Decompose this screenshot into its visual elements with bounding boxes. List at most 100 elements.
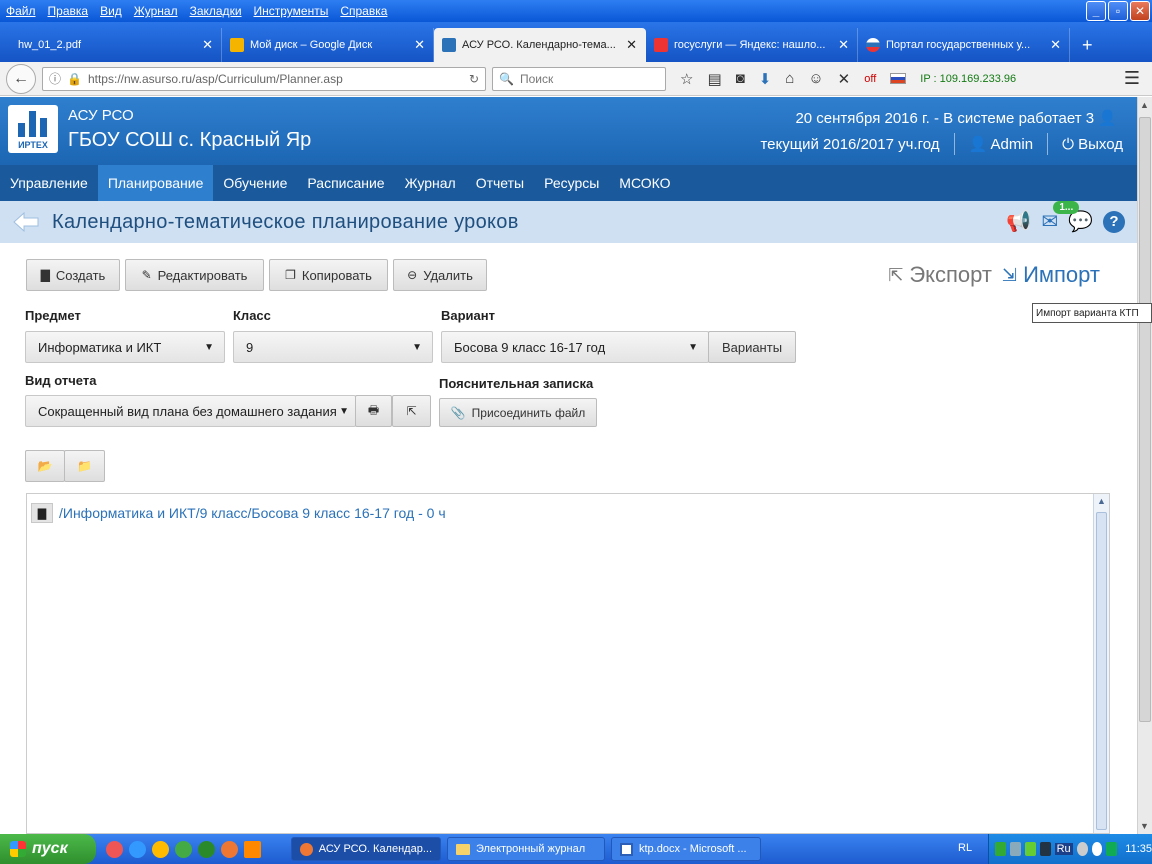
smiley-icon[interactable]: ☺	[808, 70, 823, 87]
irtex-logo[interactable]: ИРТЕХ	[8, 105, 58, 153]
class-select[interactable]: 9 ▼	[233, 331, 433, 363]
menu-history[interactable]: Журнал	[128, 4, 184, 18]
tab-pdf[interactable]: hw_01_2.pdf ✕	[10, 28, 222, 62]
search-input[interactable]: 🔍 Поиск	[492, 66, 666, 91]
mail-button[interactable]: ✉ 1...	[1041, 201, 1080, 234]
tab-gosuslugi[interactable]: Портал государственных у... ✕	[858, 28, 1070, 62]
x-addon-icon[interactable]: ✕	[838, 70, 851, 88]
vpn-off-label[interactable]: off	[864, 73, 876, 85]
drive-tray-icon[interactable]	[995, 842, 1006, 856]
menu-tools[interactable]: Инструменты	[248, 4, 335, 18]
download-icon[interactable]: ⬇	[759, 70, 772, 88]
scroll-thumb[interactable]	[1139, 117, 1151, 722]
menu-edit[interactable]: Правка	[42, 4, 95, 18]
folder-icon: 📁	[77, 459, 92, 473]
scroll-up-icon[interactable]: ▲	[1140, 100, 1149, 110]
antivirus-tray-icon[interactable]	[1024, 842, 1036, 856]
menu-view[interactable]: Вид	[94, 4, 128, 18]
nav-management[interactable]: Управление	[0, 165, 98, 201]
tree-scrollbar[interactable]: ▲	[1093, 494, 1109, 833]
tab-asu-rso[interactable]: АСУ РСО. Календарно-тема... ✕	[434, 28, 646, 62]
opera-icon[interactable]	[106, 840, 123, 858]
tab-yandex[interactable]: госуслуги — Яндекс: нашло... ✕	[646, 28, 858, 62]
back-arrow-icon[interactable]	[12, 211, 42, 233]
folder-button[interactable]: 📁	[64, 450, 105, 482]
nav-reports[interactable]: Отчеты	[466, 165, 534, 201]
back-button[interactable]: ←	[6, 63, 36, 94]
tab-close-icon[interactable]: ✕	[626, 37, 637, 53]
tab-close-icon[interactable]: ✕	[414, 37, 425, 53]
attach-file-button[interactable]: 📎 Присоединить файл	[439, 398, 597, 427]
tab-google-drive[interactable]: Мой диск – Google Диск ✕	[222, 28, 434, 62]
import-link[interactable]: ⇲ Импорт	[1002, 262, 1100, 288]
ie-icon[interactable]	[129, 840, 146, 858]
divider	[1047, 133, 1049, 155]
print-button[interactable]: 🖶	[355, 395, 392, 427]
menu-bookmarks[interactable]: Закладки	[184, 4, 248, 18]
bookmark-star-icon[interactable]: ☆	[680, 70, 693, 88]
nav-msoko[interactable]: МСОКО	[609, 165, 680, 201]
close-window-button[interactable]: ✕	[1130, 1, 1150, 21]
reader-list-icon[interactable]: ▤	[707, 70, 721, 88]
nav-journal[interactable]: Журнал	[395, 165, 466, 201]
tab-close-icon[interactable]: ✕	[202, 37, 213, 53]
help-icon[interactable]: ?	[1103, 210, 1125, 233]
nav-planning[interactable]: Планирование	[97, 165, 214, 201]
tree-root-link[interactable]: /Информатика и ИКТ/9 класс/Босова 9 клас…	[59, 505, 446, 521]
tab-close-icon[interactable]: ✕	[838, 37, 849, 53]
report-export-button[interactable]: ⇱	[392, 395, 431, 427]
tab-close-icon[interactable]: ✕	[1050, 37, 1061, 53]
utorrent-icon[interactable]	[198, 840, 215, 858]
keyboard-lang-tray[interactable]: Ru	[1054, 843, 1073, 855]
users-online-icon[interactable]: 👤	[1098, 110, 1117, 127]
task-word[interactable]: ktp.docx - Microsoft ...	[611, 837, 761, 861]
sound-tray-icon[interactable]	[1091, 842, 1103, 856]
new-tab-button[interactable]: +	[1070, 28, 1105, 62]
bug-tray-icon[interactable]	[1039, 842, 1051, 856]
language-indicator[interactable]: RL	[958, 842, 972, 854]
copy-button[interactable]: ❐ Копировать	[269, 259, 388, 291]
menu-help[interactable]: Справка	[334, 4, 393, 18]
info-icon[interactable]: ⓘ	[49, 70, 61, 87]
task-journal[interactable]: Электронный журнал	[447, 837, 605, 861]
pocket-icon[interactable]: ◙	[736, 70, 745, 87]
scroll-down-icon[interactable]: ▼	[1140, 821, 1149, 831]
variant-select[interactable]: Босова 9 класс 16-17 год ▼	[441, 331, 709, 363]
megaphone-icon[interactable]: 📢	[1006, 209, 1031, 234]
nav-schedule[interactable]: Расписание	[297, 165, 394, 201]
create-button[interactable]: ▇ Создать	[26, 259, 120, 291]
update-tray-icon[interactable]	[1106, 842, 1118, 856]
network-tray-icon[interactable]	[1009, 842, 1021, 856]
subject-select[interactable]: Информатика и ИКТ ▼	[25, 331, 225, 363]
export-link[interactable]: ⇱ Экспорт	[888, 262, 992, 288]
nav-education[interactable]: Обучение	[213, 165, 297, 201]
nav-resources[interactable]: Ресурсы	[534, 165, 609, 201]
maximize-button[interactable]: ▫	[1108, 1, 1128, 21]
clock-tray-icon[interactable]	[1076, 842, 1088, 856]
scroll-up-icon[interactable]: ▲	[1097, 496, 1106, 506]
edit-button[interactable]: ✎ Редактировать	[125, 259, 264, 291]
page-scrollbar[interactable]: ▲ ▼	[1137, 97, 1152, 834]
export-icon: ⇱	[406, 404, 417, 418]
variants-button[interactable]: Варианты	[708, 331, 796, 363]
minimize-button[interactable]: _	[1086, 1, 1106, 21]
menu-file[interactable]: Файл	[0, 4, 42, 18]
firefox-icon[interactable]	[221, 840, 238, 858]
tree-root-row[interactable]: ▇ /Информатика и ИКТ/9 класс/Босова 9 кл…	[31, 503, 446, 523]
windows-flag-icon[interactable]	[244, 840, 261, 858]
media-player-icon[interactable]	[152, 840, 169, 858]
tree-scroll-thumb[interactable]	[1096, 512, 1107, 830]
user-menu[interactable]: 👤 Admin	[969, 135, 1034, 153]
chrome-icon[interactable]	[175, 840, 192, 858]
start-button[interactable]: пуск	[0, 834, 96, 864]
reload-icon[interactable]: ↻	[469, 72, 479, 86]
open-folder-button[interactable]: 📂	[25, 450, 65, 482]
home-icon[interactable]: ⌂	[785, 70, 794, 87]
logout-link[interactable]: ⏻ Выход	[1062, 136, 1123, 153]
task-asu-rso[interactable]: АСУ РСО. Календар...	[291, 837, 441, 861]
report-type-select[interactable]: Сокращенный вид плана без домашнего зада…	[25, 395, 356, 427]
url-bar[interactable]: ⓘ 🔒 https://nw.asurso.ru/asp/Curriculum/…	[42, 66, 486, 91]
delete-button[interactable]: ⊖ Удалить	[393, 259, 487, 291]
url-text[interactable]: https://nw.asurso.ru/asp/Curriculum/Plan…	[88, 72, 463, 86]
hamburger-menu-icon[interactable]: ☰	[1124, 68, 1146, 89]
